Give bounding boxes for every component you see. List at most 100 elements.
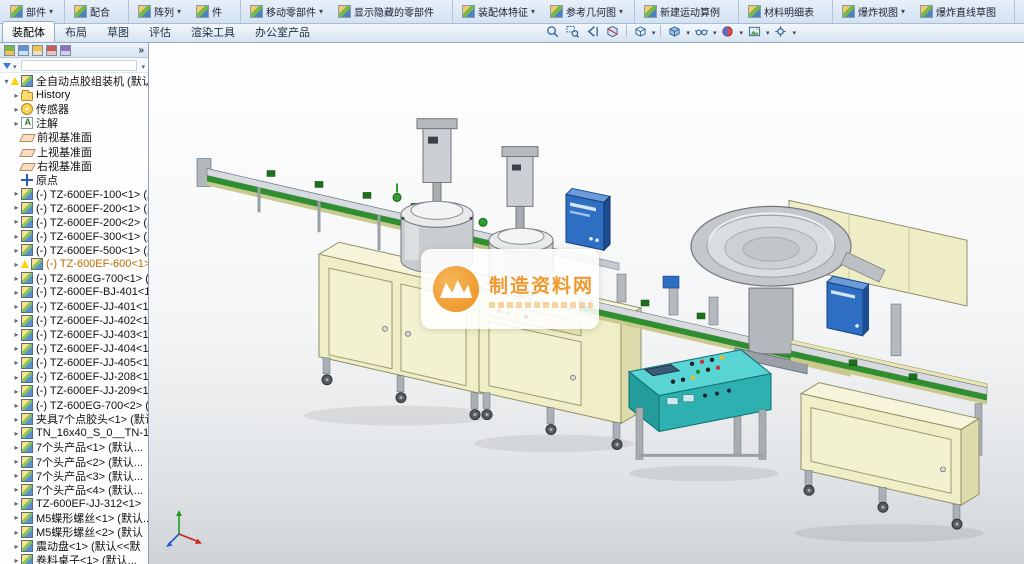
tree-item[interactable]: 7个头产品<2> (默认...	[0, 455, 148, 469]
tree-item[interactable]: (-) TZ-600EF-100<1> (默	[0, 187, 148, 201]
tree-item[interactable]: History	[0, 88, 148, 102]
expander-icon[interactable]	[12, 358, 21, 367]
tree-item[interactable]: (-) TZ-600EF-JJ-404<1>	[0, 342, 148, 356]
ribbon-command-button[interactable]: 爆炸视图	[832, 0, 914, 23]
ribbon-command-button[interactable]: 配合	[64, 0, 126, 23]
command-tab[interactable]: 评估	[139, 21, 181, 42]
ribbon-command-button[interactable]: 件	[190, 0, 238, 23]
command-tab[interactable]: 草图	[97, 21, 139, 42]
hide-show-items-icon[interactable]	[693, 24, 710, 39]
expander-icon[interactable]	[12, 373, 21, 382]
tree-item[interactable]: 注解	[0, 116, 148, 130]
tree-item[interactable]: (-) TZ-600EF-JJ-402<1>	[0, 314, 148, 328]
filter-funnel-icon[interactable]	[3, 63, 11, 73]
tree-item[interactable]: (-) TZ-600EF-JJ-405<1>	[0, 356, 148, 370]
dimxpertmanager-tab-icon[interactable]	[46, 45, 57, 56]
expander-icon[interactable]	[12, 232, 21, 241]
expander-icon[interactable]	[12, 485, 21, 494]
filter-dropdown-icon[interactable]	[13, 56, 17, 74]
displaymanager-tab-icon[interactable]	[60, 45, 71, 56]
ribbon-command-button[interactable]: Speedpak	[1014, 0, 1024, 23]
filter-field[interactable]	[21, 60, 138, 71]
ribbon-command-button[interactable]: 显示隐藏的零部件	[332, 0, 450, 23]
command-tab[interactable]: 办公室产品	[245, 21, 320, 42]
propertymanager-tab-icon[interactable]	[18, 45, 29, 56]
expander-icon[interactable]	[12, 316, 21, 325]
tree-item[interactable]: 全自动点胶组装机 (默认<	[0, 74, 148, 88]
dropdown-arrow-icon[interactable]	[652, 22, 656, 40]
expander-icon[interactable]	[12, 105, 21, 114]
expander-icon[interactable]	[12, 260, 21, 269]
zoom-to-area-icon[interactable]	[564, 24, 581, 39]
expander-icon[interactable]	[12, 288, 21, 297]
expander-icon[interactable]	[12, 189, 21, 198]
command-tab[interactable]: 装配体	[2, 21, 55, 42]
dropdown-arrow-icon[interactable]	[739, 22, 743, 40]
tree-item[interactable]: (-) TZ-600EG-700<1> (默	[0, 271, 148, 285]
expander-icon[interactable]	[12, 471, 21, 480]
expander-icon[interactable]	[12, 217, 21, 226]
dropdown-arrow-icon[interactable]	[766, 22, 770, 40]
previous-view-icon[interactable]	[584, 24, 601, 39]
dropdown-arrow-icon[interactable]	[792, 22, 796, 40]
expander-icon[interactable]	[12, 401, 21, 410]
ribbon-command-button[interactable]: 装配体特征	[452, 0, 544, 23]
expander-icon[interactable]	[12, 415, 21, 424]
tree-item[interactable]: 7个头产品<3> (默认...	[0, 469, 148, 483]
dropdown-arrow-icon[interactable]	[713, 22, 717, 40]
graphics-viewport[interactable]: 制造资料网	[149, 43, 1024, 564]
ribbon-command-button[interactable]: 部件	[4, 0, 62, 23]
dropdown-arrow-icon[interactable]	[686, 22, 690, 40]
tree-item[interactable]: (-) TZ-600EF-BJ-401<1>	[0, 285, 148, 299]
expander-icon[interactable]	[2, 77, 11, 86]
view-settings-icon[interactable]	[772, 24, 789, 39]
right-machine[interactable]	[791, 340, 987, 542]
expander-icon[interactable]	[12, 528, 21, 537]
expander-icon[interactable]	[12, 387, 21, 396]
tree-item[interactable]: 上视基准面	[0, 144, 148, 158]
tree-item[interactable]: 前视基准面	[0, 130, 148, 144]
command-tab[interactable]: 渲染工具	[181, 21, 245, 42]
expander-icon[interactable]	[12, 499, 21, 508]
ribbon-command-button[interactable]: 新建运动算例	[634, 0, 736, 23]
expander-icon[interactable]	[12, 513, 21, 522]
expander-icon[interactable]	[12, 302, 21, 311]
expander-icon[interactable]	[12, 556, 21, 564]
tree-item[interactable]: 传感器	[0, 102, 148, 116]
expander-icon[interactable]	[12, 457, 21, 466]
tree-item[interactable]: M5蝶形螺丝<1> (默认...	[0, 511, 148, 525]
expander-icon[interactable]	[12, 429, 21, 438]
apply-scene-icon[interactable]	[746, 24, 763, 39]
tree-item[interactable]: (-) TZ-600EF-300<1> (默	[0, 229, 148, 243]
tree-item[interactable]: 卷料桌子<1> (默认...	[0, 553, 148, 564]
expander-icon[interactable]	[12, 274, 21, 283]
tree-item[interactable]: (-) TZ-600EF-JJ-401<1>	[0, 300, 148, 314]
expander-icon[interactable]	[12, 91, 21, 100]
tree-item[interactable]: (-) TZ-600EF-JJ-209<1>	[0, 384, 148, 398]
expander-icon[interactable]	[12, 443, 21, 452]
filter-expand-icon[interactable]	[141, 56, 145, 74]
tree-item[interactable]: (-) TZ-600EF-JJ-208<1>	[0, 370, 148, 384]
tree-item[interactable]: 7个头产品<1> (默认...	[0, 440, 148, 454]
controller-box-left[interactable]	[566, 188, 610, 250]
expander-icon[interactable]	[12, 246, 21, 255]
tree-item[interactable]: TZ-600EF-JJ-312<1>	[0, 497, 148, 511]
display-style-icon[interactable]	[666, 24, 683, 39]
control-desk[interactable]	[629, 350, 779, 481]
ribbon-command-button[interactable]: 参考几何图	[544, 0, 632, 23]
command-tab[interactable]: 布局	[55, 21, 97, 42]
featuremanager-tab-icon[interactable]	[4, 45, 15, 56]
expander-icon[interactable]	[12, 344, 21, 353]
tree-item[interactable]: TN_16x40_S_0__TN-1	[0, 426, 148, 440]
tree-item[interactable]: 原点	[0, 173, 148, 187]
expander-icon[interactable]	[12, 542, 21, 551]
tree-item[interactable]: (-) TZ-600EF-200<1> (默	[0, 201, 148, 215]
ribbon-command-button[interactable]: 爆炸直线草图	[914, 0, 1012, 23]
edit-appearance-icon[interactable]	[719, 24, 736, 39]
tree-item[interactable]: (-) TZ-600EF-500<1> (默	[0, 243, 148, 257]
tree-item[interactable]: (-) TZ-600EG-700<2> (默认	[0, 398, 148, 412]
tree-item[interactable]: (-) TZ-600EF-600<1>	[0, 257, 148, 271]
configurationmanager-tab-icon[interactable]	[32, 45, 43, 56]
tree-item[interactable]: (-) TZ-600EF-JJ-403<1>	[0, 328, 148, 342]
tree-item[interactable]: 震动盘<1> (默认<<默	[0, 539, 148, 553]
